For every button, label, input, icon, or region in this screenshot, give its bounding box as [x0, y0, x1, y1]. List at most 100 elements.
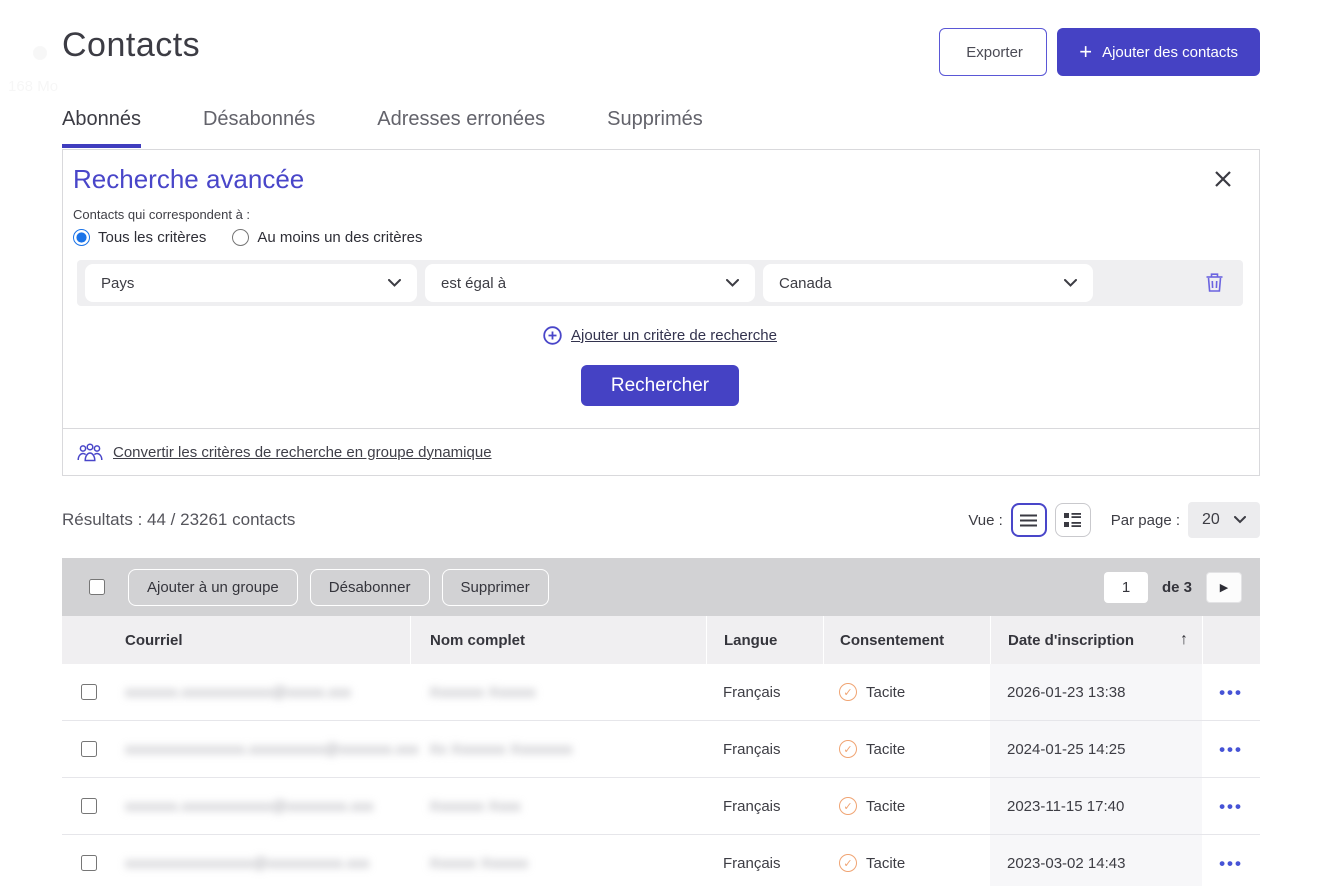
name-cell-redacted: Xx Xxxxxxx Xxxxxxxx: [429, 741, 572, 758]
consent-check-icon: ✓: [839, 683, 857, 701]
card-view-icon: [1064, 513, 1081, 527]
consent-cell: Tacite: [866, 741, 905, 758]
radio-any-criteria[interactable]: Au moins un des critères: [232, 229, 422, 246]
radio-all-input[interactable]: [73, 229, 90, 246]
add-contacts-label: Ajouter des contacts: [1102, 44, 1238, 61]
criterion-value-select[interactable]: Canada: [763, 264, 1093, 302]
close-icon[interactable]: [1213, 166, 1239, 192]
results-summary: Résultats : 44 / 23261 contacts: [62, 510, 295, 530]
criterion-operator-select[interactable]: est égal à: [425, 264, 755, 302]
table-row: xxxxxxx.xxxxxxxxxxxx@xxxxx.xxx Xxxxxxx X…: [62, 664, 1260, 721]
group-people-icon: [77, 442, 103, 462]
page-header: Contacts Exporter + Ajouter des contacts: [62, 0, 1260, 76]
view-card-button[interactable]: [1055, 503, 1091, 537]
table-row: xxxxxxxxxxxxxxxxx@xxxxxxxxxx.xxx Xxxxxx …: [62, 835, 1260, 886]
name-cell-redacted: Xxxxxxx Xxxxxx: [429, 684, 536, 701]
sidebar-remnant-icon: [33, 46, 47, 60]
tab-adresses-erronees[interactable]: Adresses erronées: [377, 108, 545, 148]
row-actions-menu-icon[interactable]: •••: [1219, 855, 1243, 872]
row-checkbox[interactable]: [81, 855, 97, 871]
delete-button[interactable]: Supprimer: [442, 569, 549, 606]
page-number-input[interactable]: [1104, 572, 1148, 603]
date-cell: 2024-01-25 14:25: [990, 721, 1202, 777]
row-actions-menu-icon[interactable]: •••: [1219, 684, 1243, 701]
row-checkbox[interactable]: [81, 798, 97, 814]
add-contacts-button[interactable]: + Ajouter des contacts: [1057, 28, 1260, 76]
name-cell-redacted: Xxxxxx Xxxxxx: [429, 855, 528, 872]
export-button[interactable]: Exporter: [939, 28, 1047, 76]
sidebar-remnant-storage: 168 Mo: [8, 78, 58, 95]
header-date-label: Date d'inscription: [1008, 632, 1134, 649]
email-cell-redacted: xxxxxxx.xxxxxxxxxxxx@xxxxxxxx.xxx: [125, 798, 374, 815]
row-actions-menu-icon[interactable]: •••: [1219, 798, 1243, 815]
consent-cell: Tacite: [866, 798, 905, 815]
row-checkbox[interactable]: [81, 684, 97, 700]
chevron-down-icon: [1064, 279, 1077, 287]
consent-check-icon: ✓: [839, 854, 857, 872]
per-page-select[interactable]: 20: [1188, 502, 1260, 538]
advanced-search-panel: Recherche avancée Contacts qui correspon…: [62, 149, 1260, 476]
page-title: Contacts: [62, 26, 200, 65]
table-row: xxxxxxx.xxxxxxxxxxxx@xxxxxxxx.xxx Xxxxxx…: [62, 778, 1260, 835]
language-cell: Français: [706, 798, 823, 815]
per-page-label: Par page :: [1111, 512, 1180, 529]
match-label: Contacts qui correspondent à :: [73, 207, 1247, 222]
table-row: xxxxxxxxxxxxxxxx.xxxxxxxxxx@xxxxxxx.xxx …: [62, 721, 1260, 778]
consent-check-icon: ✓: [839, 740, 857, 758]
chevron-down-icon: [1234, 516, 1246, 524]
radio-all-label: Tous les critères: [98, 229, 206, 246]
email-cell-redacted: xxxxxxxxxxxxxxxxx@xxxxxxxxxx.xxx: [125, 855, 369, 872]
table-header-row: Courriel Nom complet Langue Consentement…: [62, 616, 1260, 664]
search-button[interactable]: Rechercher: [581, 365, 739, 406]
table-toolbar: Ajouter à un groupe Désabonner Supprimer…: [62, 558, 1260, 616]
unsubscribe-button[interactable]: Désabonner: [310, 569, 430, 606]
row-checkbox[interactable]: [81, 741, 97, 757]
date-cell: 2023-11-15 17:40: [990, 778, 1202, 834]
email-cell-redacted: xxxxxxxxxxxxxxxx.xxxxxxxxxx@xxxxxxx.xxx: [125, 741, 419, 758]
tab-desabonnes[interactable]: Désabonnés: [203, 108, 315, 148]
header-language[interactable]: Langue: [706, 616, 823, 664]
plus-circle-icon: [543, 326, 562, 345]
criterion-value-text: Canada: [779, 275, 832, 292]
radio-any-label: Au moins un des critères: [257, 229, 422, 246]
select-all-checkbox[interactable]: [89, 579, 105, 595]
email-cell-redacted: xxxxxxx.xxxxxxxxxxxx@xxxxx.xxx: [125, 684, 351, 701]
header-name[interactable]: Nom complet: [410, 616, 706, 664]
language-cell: Français: [706, 855, 823, 872]
add-criterion-link[interactable]: Ajouter un critère de recherche: [571, 327, 777, 344]
date-cell: 2023-03-02 14:43: [990, 835, 1202, 886]
sort-ascending-icon[interactable]: ↑: [1180, 631, 1188, 649]
criterion-field-select[interactable]: Pays: [85, 264, 417, 302]
next-page-button[interactable]: ▶: [1206, 572, 1242, 603]
criterion-row: Pays est égal à Canada: [77, 260, 1243, 306]
name-cell-redacted: Xxxxxxx Xxxx: [429, 798, 521, 815]
consent-cell: Tacite: [866, 855, 905, 872]
radio-any-input[interactable]: [232, 229, 249, 246]
contacts-table: Ajouter à un groupe Désabonner Supprimer…: [62, 558, 1260, 886]
row-actions-menu-icon[interactable]: •••: [1219, 741, 1243, 758]
tab-supprimes[interactable]: Supprimés: [607, 108, 703, 148]
convert-to-dynamic-group-link[interactable]: Convertir les critères de recherche en g…: [113, 444, 492, 461]
consent-cell: Tacite: [866, 684, 905, 701]
delete-criterion-trash-icon[interactable]: [1202, 269, 1227, 297]
advanced-search-title: Recherche avancée: [73, 164, 1247, 195]
add-to-group-button[interactable]: Ajouter à un groupe: [128, 569, 298, 606]
list-view-icon: [1020, 514, 1037, 527]
page-of-label: de 3: [1162, 579, 1192, 596]
criterion-field-value: Pays: [101, 275, 134, 292]
tab-bar: Abonnés Désabonnés Adresses erronées Sup…: [62, 108, 1260, 149]
header-consent[interactable]: Consentement: [823, 616, 990, 664]
view-label: Vue :: [968, 512, 1002, 529]
tab-abonnes[interactable]: Abonnés: [62, 108, 141, 148]
criterion-operator-value: est égal à: [441, 275, 506, 292]
date-cell: 2026-01-23 13:38: [990, 664, 1202, 720]
header-date[interactable]: Date d'inscription ↑: [990, 616, 1202, 664]
chevron-down-icon: [726, 279, 739, 287]
chevron-down-icon: [388, 279, 401, 287]
language-cell: Français: [706, 684, 823, 701]
language-cell: Français: [706, 741, 823, 758]
plus-icon: +: [1079, 41, 1092, 63]
radio-all-criteria[interactable]: Tous les critères: [73, 229, 206, 246]
view-list-button[interactable]: [1011, 503, 1047, 537]
header-email[interactable]: Courriel: [115, 632, 410, 649]
